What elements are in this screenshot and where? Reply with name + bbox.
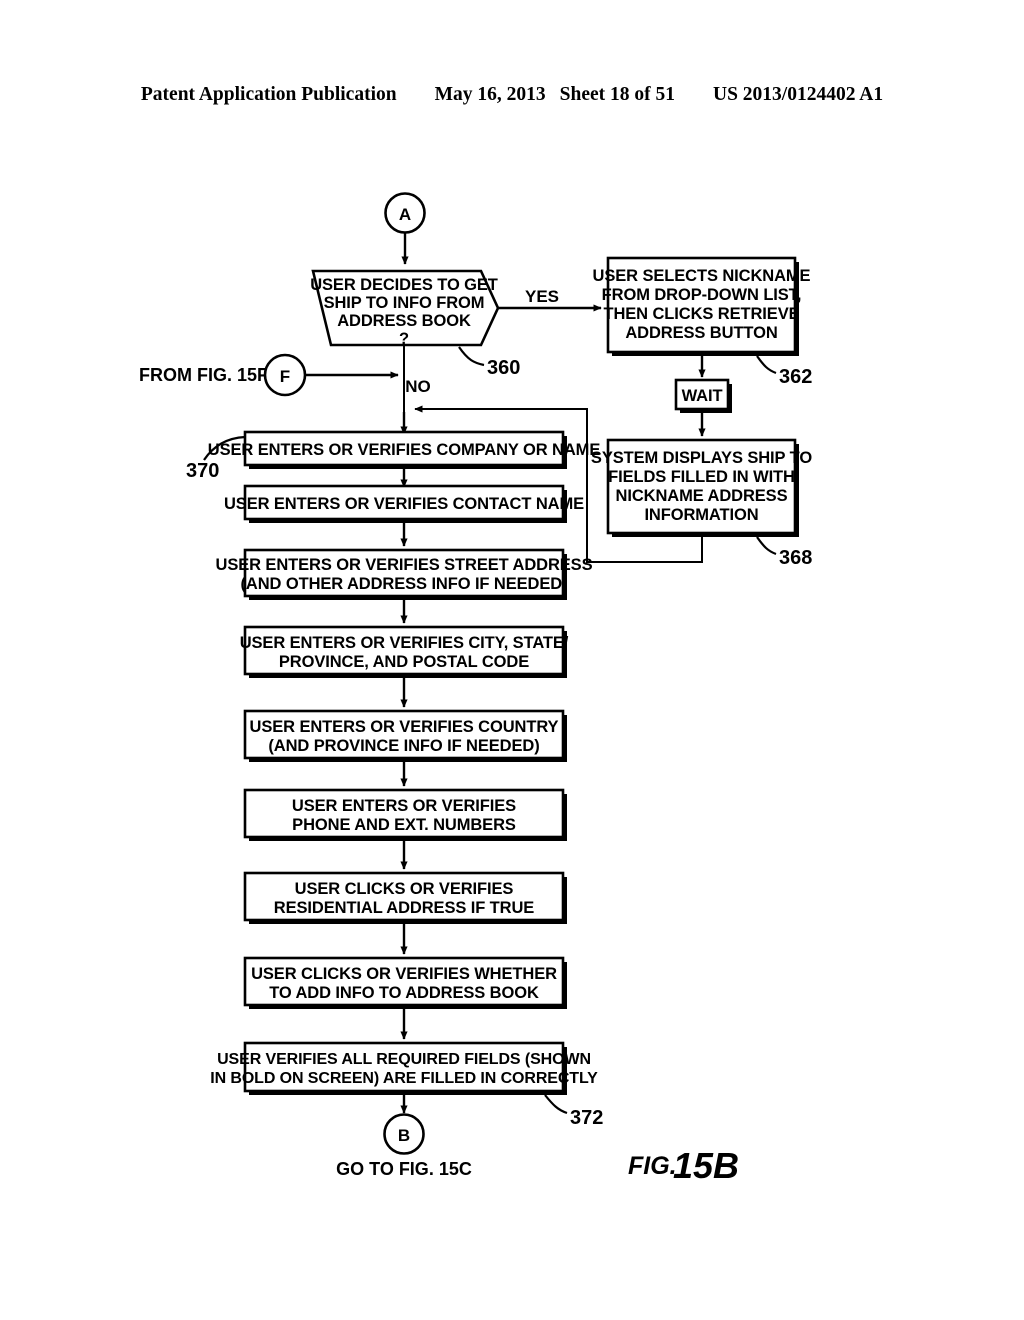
connector-b-label: B — [398, 1126, 410, 1145]
decision-line-2: SHIP TO INFO FROM — [324, 294, 485, 312]
connector-a-label: A — [399, 205, 411, 224]
select-nickname-line-4: ADDRESS BUTTON — [625, 324, 777, 342]
connector-a: A — [384, 192, 426, 234]
step-box-1: USER ENTERS OR VERIFIES COMPANY OR NAME — [208, 430, 601, 469]
connector-f: F — [263, 353, 307, 397]
step-7-line-1: USER CLICKS OR VERIFIES — [295, 880, 514, 898]
from-fig-15f-label: FROM FIG. 15F — [139, 365, 268, 385]
box-wait: WAIT — [674, 378, 732, 413]
step-box-8: USER CLICKS OR VERIFIES WHETHER TO ADD I… — [243, 956, 567, 1009]
ref-360: 360 — [487, 357, 520, 379]
patent-figure-page: Patent Application Publication May 16, 2… — [0, 0, 1024, 1320]
connector-b: B — [383, 1113, 425, 1155]
select-nickname-line-1: USER SELECTS NICKNAME — [593, 267, 811, 285]
step-9-line-1: USER VERIFIES ALL REQUIRED FIELDS (SHOWN — [217, 1051, 591, 1068]
ref-372-leader — [544, 1094, 568, 1115]
decision-line-3: ADDRESS BOOK — [337, 312, 471, 330]
system-displays-line-4: INFORMATION — [644, 506, 758, 524]
figure-caption-number: 15B — [673, 1145, 739, 1186]
step-5-line-2: (AND PROVINCE INFO IF NEEDED) — [268, 737, 539, 755]
step-4-line-1: USER ENTERS OR VERIFIES CITY, STATE/ — [240, 634, 569, 652]
step-box-9: USER VERIFIES ALL REQUIRED FIELDS (SHOWN… — [210, 1041, 598, 1095]
select-nickname-line-3: THEN CLICKS RETRIEVE — [603, 305, 799, 323]
figure-caption: FIG. 15B — [628, 1145, 739, 1186]
ref-368-leader — [756, 536, 777, 556]
box-select-nickname: USER SELECTS NICKNAME FROM DROP-DOWN LIS… — [593, 256, 811, 356]
step-box-6: USER ENTERS OR VERIFIES PHONE AND EXT. N… — [243, 788, 567, 841]
step-9-line-2: IN BOLD ON SCREEN) ARE FILLED IN CORRECT… — [210, 1070, 598, 1087]
ref-370: 370 — [186, 460, 219, 482]
step-box-2: USER ENTERS OR VERIFIES CONTACT NAME — [224, 484, 584, 523]
select-nickname-line-2: FROM DROP-DOWN LIST, — [602, 286, 802, 304]
go-to-fig-15c-label: GO TO FIG. 15C — [336, 1159, 472, 1179]
step-6-line-1: USER ENTERS OR VERIFIES — [292, 797, 516, 815]
ref-362: 362 — [779, 366, 812, 388]
step-box-7: USER CLICKS OR VERIFIES RESIDENTIAL ADDR… — [243, 871, 567, 924]
decision-line-1: USER DECIDES TO GET — [310, 276, 498, 294]
system-displays-line-3: NICKNAME ADDRESS — [616, 487, 788, 505]
step-box-3: USER ENTERS OR VERIFIES STREET ADDRESS (… — [216, 548, 593, 600]
step-box-5: USER ENTERS OR VERIFIES COUNTRY (AND PRO… — [243, 709, 567, 762]
step-2-line-1: USER ENTERS OR VERIFIES CONTACT NAME — [224, 495, 584, 513]
step-8-line-2: TO ADD INFO TO ADDRESS BOOK — [269, 984, 539, 1002]
decision-get-ship-to-info: USER DECIDES TO GET SHIP TO INFO FROM AD… — [310, 269, 500, 348]
step-3-line-1: USER ENTERS OR VERIFIES STREET ADDRESS — [216, 556, 593, 574]
step-5-line-1: USER ENTERS OR VERIFIES COUNTRY — [250, 718, 559, 736]
system-displays-line-1: SYSTEM DISPLAYS SHIP TO — [591, 449, 812, 467]
ref-362-leader — [756, 355, 777, 375]
step-6-line-2: PHONE AND EXT. NUMBERS — [292, 816, 516, 834]
step-3-line-2: (AND OTHER ADDRESS INFO IF NEEDED) — [241, 575, 568, 593]
system-displays-line-2: FIELDS FILLED IN WITH — [608, 468, 795, 486]
step-4-line-2: PROVINCE, AND POSTAL CODE — [279, 653, 529, 671]
edge-label-no: NO — [405, 377, 431, 396]
ref-372: 372 — [570, 1107, 603, 1129]
step-1-line-1: USER ENTERS OR VERIFIES COMPANY OR NAME — [208, 441, 601, 459]
connector-f-label: F — [280, 367, 290, 386]
box-system-displays-ship-to: SYSTEM DISPLAYS SHIP TO FIELDS FILLED IN… — [591, 438, 812, 537]
edge-label-yes: YES — [525, 287, 559, 306]
flowchart-figure: A USER DECIDES TO GET SHIP TO INFO FROM … — [139, 192, 812, 1186]
step-box-4: USER ENTERS OR VERIFIES CITY, STATE/ PRO… — [240, 625, 569, 678]
step-8-line-1: USER CLICKS OR VERIFIES WHETHER — [251, 965, 557, 983]
ref-368: 368 — [779, 547, 812, 569]
step-7-line-2: RESIDENTIAL ADDRESS IF TRUE — [274, 899, 535, 917]
figure-caption-prefix: FIG. — [628, 1152, 677, 1180]
wait-label: WAIT — [682, 387, 723, 405]
